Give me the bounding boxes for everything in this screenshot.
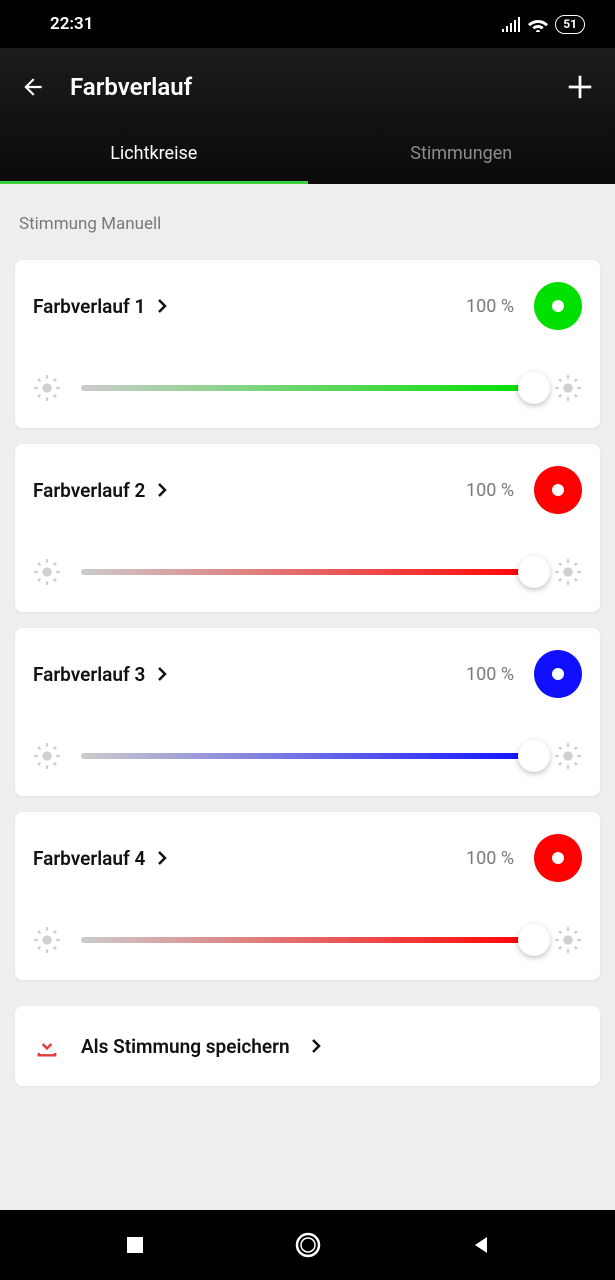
color-indicator[interactable]	[534, 466, 582, 514]
chevron-right-icon	[157, 482, 167, 498]
brightness-slider[interactable]	[81, 569, 534, 575]
brightness-high-icon	[554, 926, 582, 954]
brightness-high-icon	[554, 742, 582, 770]
signal-icon	[501, 16, 521, 32]
card-title: Farbverlauf 3	[33, 663, 145, 686]
chevron-right-icon	[310, 1038, 322, 1054]
status-bar: 22:31 51	[0, 0, 615, 48]
brightness-percent: 100 %	[466, 848, 514, 869]
chevron-right-icon	[157, 298, 167, 314]
light-card-2: Farbverlauf 2 100 %	[15, 444, 600, 612]
card-header[interactable]: Farbverlauf 2 100 %	[33, 466, 582, 514]
system-nav-bar	[0, 1210, 615, 1280]
recent-apps-button[interactable]	[124, 1234, 146, 1256]
light-card-1: Farbverlauf 1 100 %	[15, 260, 600, 428]
section-label: Stimmung Manuell	[15, 184, 600, 260]
brightness-percent: 100 %	[466, 480, 514, 501]
brightness-slider-row	[33, 558, 582, 586]
slider-thumb[interactable]	[518, 740, 550, 772]
card-header[interactable]: Farbverlauf 1 100 %	[33, 282, 582, 330]
slider-thumb[interactable]	[518, 924, 550, 956]
status-indicators: 51	[501, 15, 585, 34]
color-indicator[interactable]	[534, 282, 582, 330]
home-button[interactable]	[293, 1230, 323, 1260]
back-nav-button[interactable]	[470, 1234, 492, 1256]
chevron-right-icon	[157, 850, 167, 866]
brightness-slider-row	[33, 374, 582, 402]
card-title: Farbverlauf 1	[33, 295, 145, 318]
color-indicator[interactable]	[534, 650, 582, 698]
card-title: Farbverlauf 2	[33, 479, 145, 502]
brightness-low-icon	[33, 926, 61, 954]
brightness-percent: 100 %	[466, 296, 514, 317]
add-button[interactable]	[565, 72, 595, 102]
tabs: Lichtkreise Stimmungen	[0, 126, 615, 184]
back-icon[interactable]	[20, 74, 46, 100]
page-title: Farbverlauf	[70, 73, 192, 101]
wifi-icon	[527, 16, 549, 32]
brightness-percent: 100 %	[466, 664, 514, 685]
slider-thumb[interactable]	[518, 372, 550, 404]
brightness-low-icon	[33, 742, 61, 770]
brightness-slider[interactable]	[81, 937, 534, 943]
card-title: Farbverlauf 4	[33, 847, 145, 870]
brightness-slider[interactable]	[81, 753, 534, 759]
save-label: Als Stimmung speichern	[81, 1035, 290, 1058]
brightness-slider-row	[33, 926, 582, 954]
chevron-right-icon	[157, 666, 167, 682]
main-content: Stimmung Manuell Farbverlauf 1100 %Farbv…	[0, 184, 615, 1210]
slider-thumb[interactable]	[518, 556, 550, 588]
tab-stimmungen[interactable]: Stimmungen	[308, 126, 615, 184]
brightness-low-icon	[33, 558, 61, 586]
brightness-slider[interactable]	[81, 385, 534, 391]
light-card-4: Farbverlauf 4 100 %	[15, 812, 600, 980]
save-icon	[33, 1032, 61, 1060]
brightness-high-icon	[554, 558, 582, 586]
status-time: 22:31	[50, 14, 93, 34]
brightness-slider-row	[33, 742, 582, 770]
tab-lichtkreise[interactable]: Lichtkreise	[0, 126, 308, 184]
card-header[interactable]: Farbverlauf 4 100 %	[33, 834, 582, 882]
brightness-high-icon	[554, 374, 582, 402]
light-card-3: Farbverlauf 3 100 %	[15, 628, 600, 796]
battery-indicator: 51	[555, 15, 585, 34]
card-header[interactable]: Farbverlauf 3 100 %	[33, 650, 582, 698]
color-indicator[interactable]	[534, 834, 582, 882]
app-header: Farbverlauf Lichtkreise Stimmungen	[0, 48, 615, 184]
save-as-mood-button[interactable]: Als Stimmung speichern	[15, 1006, 600, 1086]
brightness-low-icon	[33, 374, 61, 402]
